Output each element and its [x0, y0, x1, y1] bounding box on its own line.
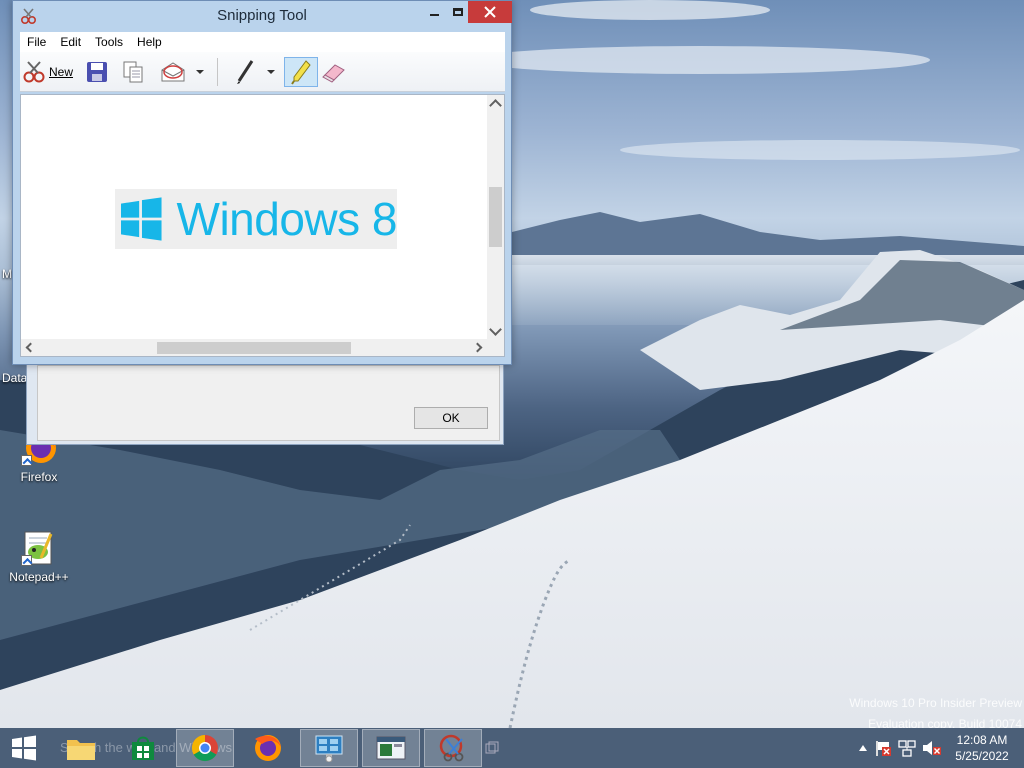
- taskbar-file-explorer[interactable]: [62, 729, 100, 767]
- send-snip-dropdown[interactable]: [194, 57, 206, 87]
- tray-network[interactable]: [896, 728, 918, 768]
- menu-help[interactable]: Help: [130, 35, 169, 49]
- vertical-scroll-thumb[interactable]: [489, 187, 502, 247]
- desktop-icon-label-m-partial[interactable]: M: [2, 267, 12, 281]
- tray-volume[interactable]: [920, 728, 944, 768]
- shortcut-arrow-icon: [21, 555, 32, 566]
- captured-snip-image: Windows 8: [115, 189, 397, 249]
- network-icon: [898, 740, 916, 757]
- pen-button[interactable]: [230, 57, 260, 87]
- maximize-button[interactable]: [446, 1, 470, 23]
- menu-file[interactable]: File: [20, 35, 53, 49]
- desktop-icon-label: Notepad++: [9, 570, 69, 584]
- taskbar-task-view[interactable]: [482, 729, 502, 767]
- horizontal-scroll-thumb[interactable]: [157, 342, 351, 354]
- windows-start-icon: [12, 735, 36, 761]
- clock-date: 5/25/2022: [955, 749, 1009, 763]
- firefox-icon: [255, 735, 281, 761]
- taskbar-store[interactable]: [124, 729, 162, 767]
- scroll-up-icon[interactable]: [489, 99, 502, 112]
- task-view-icon: [485, 741, 499, 754]
- vertical-scrollbar[interactable]: [487, 95, 504, 341]
- background-dialog-panel: [37, 365, 500, 441]
- chevron-down-icon: [267, 70, 275, 74]
- pen-dropdown[interactable]: [265, 57, 277, 87]
- chevron-down-icon: [196, 70, 204, 74]
- copy-button[interactable]: [118, 57, 148, 87]
- floppy-disk-icon: [87, 62, 107, 82]
- snip-canvas[interactable]: Windows 8: [20, 94, 505, 357]
- ok-button[interactable]: OK: [414, 407, 488, 429]
- desktop-icon-label: Firefox: [20, 470, 58, 484]
- taskbar-control-panel[interactable]: [300, 729, 358, 767]
- taskbar-firefox[interactable]: [240, 729, 294, 767]
- scroll-left-icon[interactable]: [25, 342, 36, 353]
- speaker-muted-icon: [923, 741, 941, 755]
- show-hidden-icons-button[interactable]: [856, 728, 870, 768]
- watermark-line-1: Windows 10 Pro Insider Preview: [849, 696, 1022, 710]
- snipping-tool-window: Snipping Tool File Edit Tools Help New W…: [12, 0, 512, 365]
- shortcut-arrow-icon: [21, 455, 32, 466]
- taskbar: Search the web and Windows: [0, 728, 1024, 768]
- taskbar-snipping-tool[interactable]: [424, 729, 482, 767]
- notepad-plus-plus-icon: [21, 530, 57, 566]
- desktop-icon-notepad-plus-plus[interactable]: Notepad++: [4, 530, 74, 584]
- maximize-icon: [453, 8, 463, 16]
- snip-windows-text: Windows 8: [176, 193, 397, 245]
- snipping-tool-icon: [439, 734, 464, 762]
- eraser-icon: [322, 64, 345, 83]
- folder-icon: [67, 740, 95, 760]
- minimize-button[interactable]: [422, 1, 446, 23]
- pen-icon: [237, 60, 254, 84]
- taskbar-clock[interactable]: 12:08 AM 5/25/2022: [944, 732, 1020, 764]
- scrollbar-corner: [487, 339, 504, 356]
- scissors-icon: [23, 61, 45, 83]
- copy-icon: [123, 61, 143, 83]
- envelope-icon: [161, 62, 185, 82]
- windows-logo-icon: [121, 197, 162, 241]
- title-bar[interactable]: Snipping Tool: [13, 1, 512, 31]
- save-snip-button[interactable]: [82, 57, 112, 87]
- flag-warning-icon: [876, 741, 891, 756]
- new-snip-button[interactable]: New: [22, 57, 80, 87]
- chrome-icon: [191, 734, 218, 762]
- start-button[interactable]: [0, 729, 48, 767]
- eraser-button[interactable]: [319, 57, 349, 87]
- highlighter-button[interactable]: [284, 57, 318, 87]
- tray-action-center[interactable]: [872, 728, 894, 768]
- horizontal-scrollbar[interactable]: [21, 339, 487, 356]
- control-panel-icon: [315, 735, 343, 762]
- minimize-icon: [429, 14, 439, 16]
- new-snip-label: New: [49, 65, 74, 79]
- menu-tools[interactable]: Tools: [88, 35, 130, 49]
- menu-bar: File Edit Tools Help: [20, 32, 505, 52]
- close-icon: [484, 6, 496, 18]
- desktop-icon-label-data-partial[interactable]: Data: [2, 371, 27, 385]
- application-window-icon: [376, 736, 406, 760]
- send-snip-button[interactable]: [156, 57, 190, 87]
- store-bag-icon: [132, 736, 154, 760]
- scroll-right-icon[interactable]: [472, 342, 483, 353]
- menu-edit[interactable]: Edit: [53, 35, 88, 49]
- taskbar-chrome[interactable]: [176, 729, 234, 767]
- close-button[interactable]: [468, 1, 512, 23]
- clock-time: 12:08 AM: [956, 733, 1008, 747]
- toolbar: New: [20, 52, 505, 92]
- toolbar-separator: [217, 58, 218, 86]
- taskbar-window-app[interactable]: [362, 729, 420, 767]
- chevron-up-icon: [859, 745, 867, 751]
- scroll-down-icon[interactable]: [489, 323, 502, 336]
- highlighter-icon: [291, 60, 311, 85]
